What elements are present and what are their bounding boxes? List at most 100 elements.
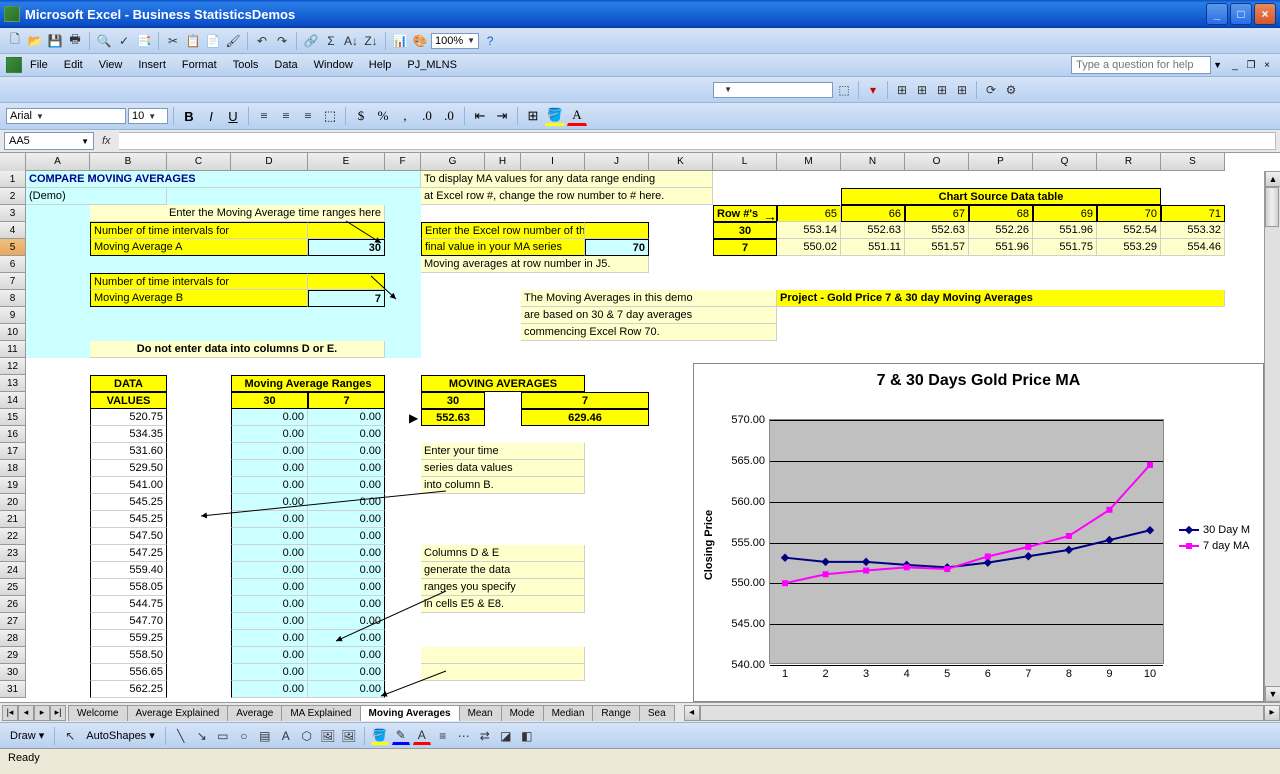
cell-M3[interactable] <box>777 205 841 222</box>
cell-E24[interactable]: 0.00 <box>308 562 385 579</box>
sheet-tab-median[interactable]: Median <box>543 705 594 721</box>
sheet-tab-average[interactable]: Average <box>227 705 282 721</box>
row-header-25[interactable]: 25 <box>0 579 26 596</box>
cell-B13[interactable]: DATA <box>90 375 167 392</box>
cell-B15[interactable]: 520.75 <box>90 409 167 426</box>
merge-button[interactable]: ⬚ <box>320 106 340 126</box>
scroll-thumb[interactable] <box>1265 187 1279 227</box>
col-header-N[interactable]: N <box>841 153 905 171</box>
currency-button[interactable]: $ <box>351 106 371 126</box>
cell-B14[interactable]: VALUES <box>90 392 167 409</box>
arrow-style-icon[interactable]: ⇄ <box>476 727 494 745</box>
sort-asc-icon[interactable]: A↓ <box>342 32 360 50</box>
sheet-tab-range[interactable]: Range <box>592 705 639 721</box>
row-header-19[interactable]: 19 <box>0 477 26 494</box>
cell-S5[interactable]: 554.46 <box>1161 239 1225 256</box>
increase-decimal-button[interactable]: .0 <box>417 106 437 126</box>
cell-A1[interactable]: COMPARE MOVING AVERAGES <box>26 171 421 188</box>
underline-button[interactable]: U <box>223 106 243 126</box>
row-header-2[interactable]: 2 <box>0 188 26 205</box>
dash-style-icon[interactable]: ⋯ <box>455 727 473 745</box>
sheet-tab-mean[interactable]: Mean <box>459 705 502 721</box>
cell-D14[interactable]: 30 <box>231 392 308 409</box>
cell-D26[interactable]: 0.00 <box>231 596 308 613</box>
tb-icon-3[interactable]: ⊞ <box>893 81 911 99</box>
spelling-icon[interactable]: ✓ <box>115 32 133 50</box>
cell-D13[interactable]: Moving Average Ranges <box>231 375 385 392</box>
cell-G23[interactable]: Columns D & E <box>421 545 585 562</box>
cell-D17[interactable]: 0.00 <box>231 443 308 460</box>
borders-button[interactable]: ⊞ <box>523 106 543 126</box>
cell-D15[interactable]: 0.00 <box>231 409 308 426</box>
fill-color-button[interactable]: 🪣 <box>545 106 565 126</box>
cell-E29[interactable]: 0.00 <box>308 647 385 664</box>
cell-L4[interactable]: 30 <box>713 222 777 239</box>
cell-O3[interactable]: 67 <box>905 205 969 222</box>
open-icon[interactable]: 📂 <box>26 32 44 50</box>
cell-G24[interactable]: generate the data <box>421 562 585 579</box>
cell-R5[interactable]: 553.29 <box>1097 239 1161 256</box>
empty-dropdown[interactable]: ▼ <box>713 82 833 98</box>
cell-I14[interactable]: 7 <box>521 392 649 409</box>
menu-edit[interactable]: Edit <box>56 56 91 74</box>
cell-O4[interactable]: 552.63 <box>905 222 969 239</box>
redo-icon[interactable]: ↷ <box>273 32 291 50</box>
close-button[interactable]: × <box>1254 3 1276 25</box>
cell-G6[interactable]: Moving averages at row number in J5. <box>421 256 649 273</box>
cell-Q3[interactable]: 69 <box>1033 205 1097 222</box>
drawing-icon[interactable]: 🎨 <box>411 32 429 50</box>
align-center-button[interactable]: ≡ <box>276 106 296 126</box>
cell-N4[interactable]: 552.63 <box>841 222 905 239</box>
tb-icon-8[interactable]: ⚙ <box>1002 81 1020 99</box>
fx-icon[interactable]: fx <box>102 135 111 147</box>
undo-icon[interactable]: ↶ <box>253 32 271 50</box>
menu-file[interactable]: File <box>22 56 56 74</box>
row-header-15[interactable]: 15 <box>0 409 26 426</box>
diagram-icon[interactable]: ⬡ <box>298 727 316 745</box>
tb-icon-1[interactable]: ⬚ <box>835 81 853 99</box>
cell-E28[interactable]: 0.00 <box>308 630 385 647</box>
cell-B26[interactable]: 544.75 <box>90 596 167 613</box>
cell-E17[interactable]: 0.00 <box>308 443 385 460</box>
chart[interactable]: 7 & 30 Days Gold Price MA Closing Price … <box>693 363 1264 702</box>
cell-N3[interactable]: 66 <box>841 205 905 222</box>
cell-G17[interactable]: Enter your time <box>421 443 585 460</box>
cell-G4[interactable]: Enter the Excel row number of the <box>421 222 585 239</box>
row-header-4[interactable]: 4 <box>0 222 26 239</box>
hscroll-track[interactable] <box>700 705 1264 721</box>
cell-Q5[interactable]: 551.75 <box>1033 239 1097 256</box>
row-header-14[interactable]: 14 <box>0 392 26 409</box>
tb-icon-6[interactable]: ⊞ <box>953 81 971 99</box>
col-header-Q[interactable]: Q <box>1033 153 1097 171</box>
app-menu-icon[interactable] <box>6 57 22 73</box>
col-header-D[interactable]: D <box>231 153 308 171</box>
cell-P3[interactable]: 68 <box>969 205 1033 222</box>
tb-icon-5[interactable]: ⊞ <box>933 81 951 99</box>
cell-G25[interactable]: ranges you specify <box>421 579 585 596</box>
cell-I9[interactable]: are based on 30 & 7 day averages <box>521 307 777 324</box>
row-header-7[interactable]: 7 <box>0 273 26 290</box>
research-icon[interactable]: 📑 <box>135 32 153 50</box>
sheet-tab-moving-averages[interactable]: Moving Averages <box>360 705 460 721</box>
doc-close-button[interactable]: × <box>1260 58 1274 72</box>
arrow-icon[interactable]: ↘ <box>193 727 211 745</box>
cell-B23[interactable]: 547.25 <box>90 545 167 562</box>
format-painter-icon[interactable]: 🖌 <box>224 32 242 50</box>
col-header-B[interactable]: B <box>90 153 167 171</box>
col-header-C[interactable]: C <box>167 153 231 171</box>
cell-E5[interactable]: 30 <box>308 239 385 256</box>
col-header-A[interactable]: A <box>26 153 90 171</box>
cell-D21[interactable]: 0.00 <box>231 511 308 528</box>
hscroll-left-button[interactable]: ◂ <box>684 705 700 721</box>
cell-D20[interactable]: 0.00 <box>231 494 308 511</box>
cell-N5[interactable]: 551.11 <box>841 239 905 256</box>
shadow-icon[interactable]: ◪ <box>497 727 515 745</box>
row-header-20[interactable]: 20 <box>0 494 26 511</box>
increase-indent-button[interactable]: ⇥ <box>492 106 512 126</box>
cell-E16[interactable]: 0.00 <box>308 426 385 443</box>
cell-B19[interactable]: 541.00 <box>90 477 167 494</box>
cell-M5[interactable]: 550.02 <box>777 239 841 256</box>
cell-B21[interactable]: 545.25 <box>90 511 167 528</box>
cell-E20[interactable]: 0.00 <box>308 494 385 511</box>
cell-G14[interactable]: 30 <box>421 392 485 409</box>
